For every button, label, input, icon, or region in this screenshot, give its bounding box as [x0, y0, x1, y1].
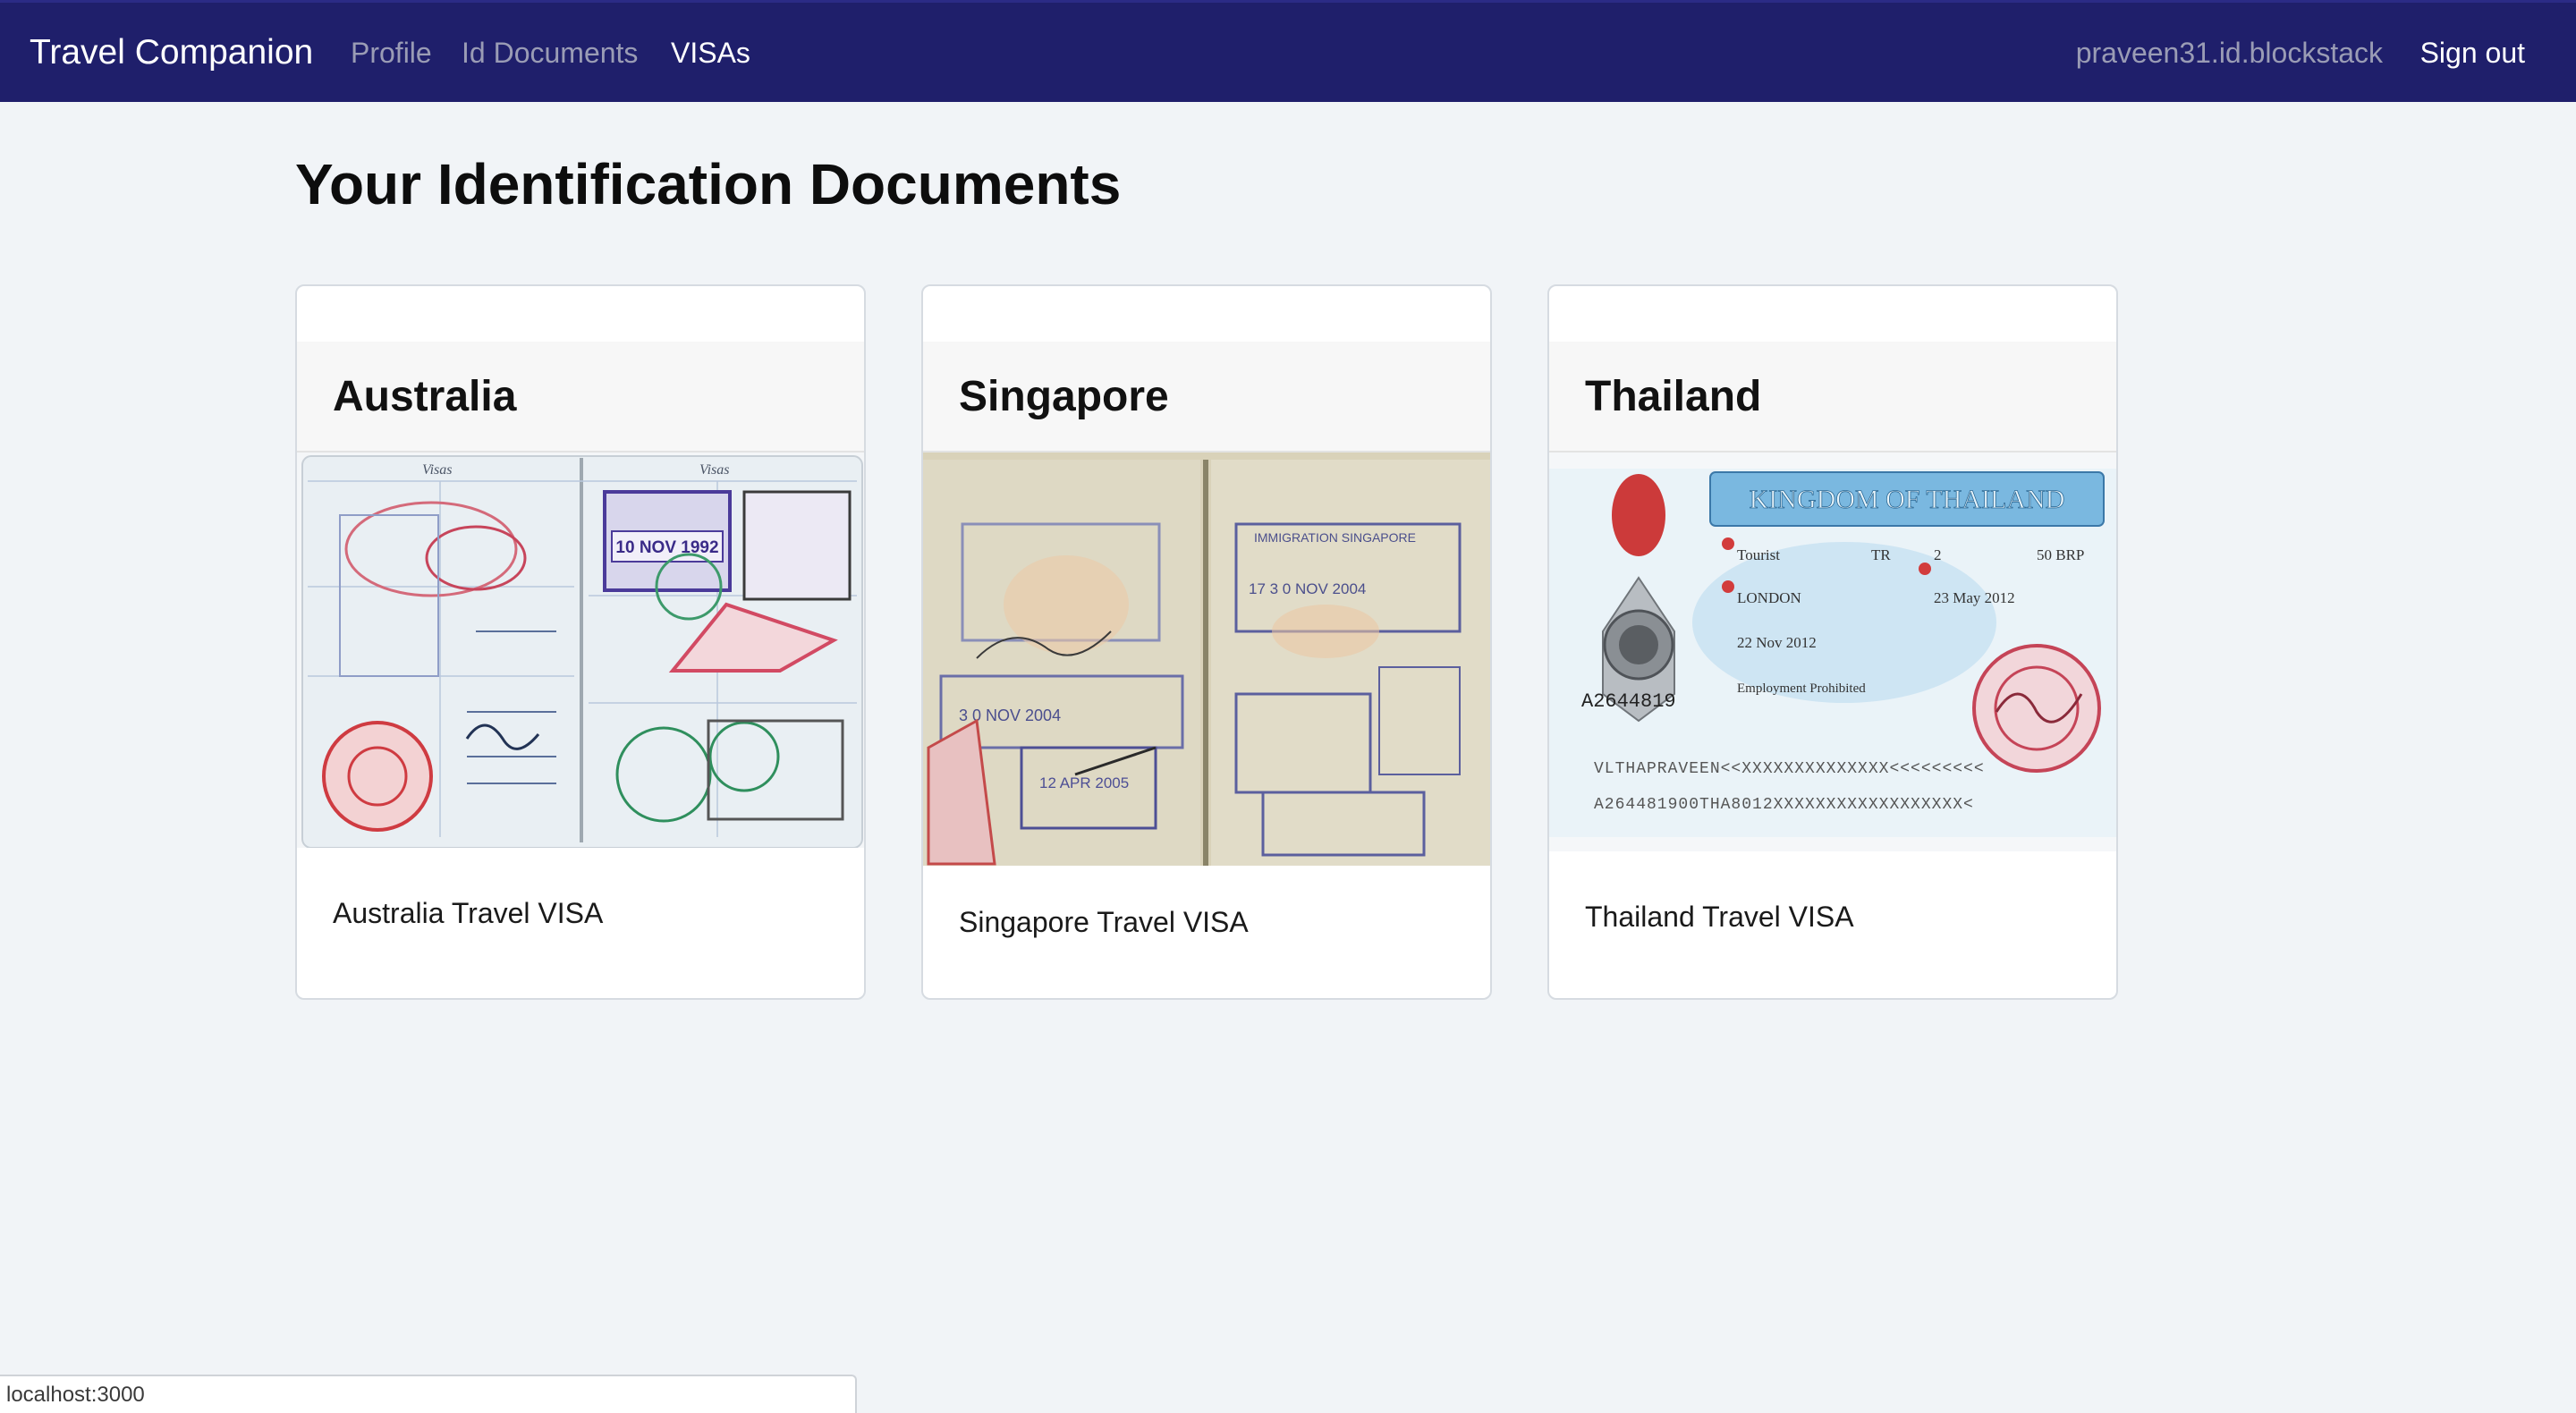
card-header: Australia	[297, 342, 864, 453]
page-title: Your Identification Documents	[295, 152, 1122, 216]
nav-visas[interactable]: VISAs	[671, 33, 750, 72]
status-url: localhost:3000	[6, 1383, 145, 1407]
stamp-date: 10 NOV 1992	[615, 538, 718, 557]
visa-issued-at: LONDON	[1737, 589, 1801, 606]
mrz-line-2: A264481900THA8012XXXXXXXXXXXXXXXXXX<	[1594, 796, 1974, 814]
stamp-2: 12 APR 2005	[1039, 774, 1129, 791]
visa-fee: 50 BRP	[2037, 546, 2084, 563]
visa-remarks: Employment Prohibited	[1737, 681, 1866, 696]
visa-card-thailand[interactable]: Thailand KINGDOM OF THAILAND Tourist TR …	[1547, 284, 2118, 1000]
visas-header-right: Visas	[699, 462, 729, 478]
passport-immigration-stamps-image: 3 0 NOV 2004 12 APR 2005 IMMIGRATION SIN…	[923, 453, 1490, 866]
thailand-visa-sticker-image: KINGDOM OF THAILAND Tourist TR 2 50 BRP …	[1549, 453, 2116, 851]
visa-card-australia[interactable]: Australia Visas Visas 10 NOV 1992 Austra…	[295, 284, 866, 1000]
card-text: Australia Travel VISA	[333, 897, 604, 929]
visa-banner: KINGDOM OF THAILAND	[1750, 485, 2065, 514]
sign-out-link[interactable]: Sign out	[2420, 33, 2525, 72]
card-header: Thailand	[1549, 342, 2116, 453]
visa-enter-before: 22 Nov 2012	[1737, 634, 1817, 651]
visa-category: TR	[1871, 546, 1891, 563]
nav-username[interactable]: praveen31.id.blockstack	[2076, 33, 2383, 72]
card-title: Australia	[333, 373, 517, 420]
card-text: Thailand Travel VISA	[1585, 901, 1854, 933]
nav-profile[interactable]: Profile	[351, 33, 432, 72]
browser-status-bar: localhost:3000	[0, 1375, 857, 1413]
passport-visa-stamps-image: Visas Visas 10 NOV 1992	[297, 453, 864, 848]
stamp-3: 17 3 0 NOV 2004	[1249, 580, 1366, 597]
stamp-header: IMMIGRATION SINGAPORE	[1254, 530, 1416, 545]
card-text: Singapore Travel VISA	[959, 906, 1249, 938]
card-title: Thailand	[1585, 373, 1762, 420]
visa-type: Tourist	[1737, 546, 1780, 563]
card-header: Singapore	[923, 342, 1490, 453]
card-title: Singapore	[959, 373, 1169, 420]
visa-entries: 2	[1934, 546, 1942, 563]
visa-number: A2644819	[1581, 690, 1676, 713]
visa-card-singapore[interactable]: Singapore 3 0 NOV 2004 12 APR 2005 IMMIG…	[921, 284, 1492, 1000]
mrz-line-1: VLTHAPRAVEEN<<XXXXXXXXXXXXXX<<<<<<<<<	[1594, 760, 1985, 778]
top-navbar: Travel Companion Profile Id Documents VI…	[0, 0, 2576, 102]
visas-header-left: Visas	[422, 462, 452, 478]
nav-id-documents[interactable]: Id Documents	[462, 33, 638, 72]
brand-link[interactable]: Travel Companion	[30, 30, 313, 76]
visa-date-of-issue: 23 May 2012	[1934, 589, 2015, 606]
